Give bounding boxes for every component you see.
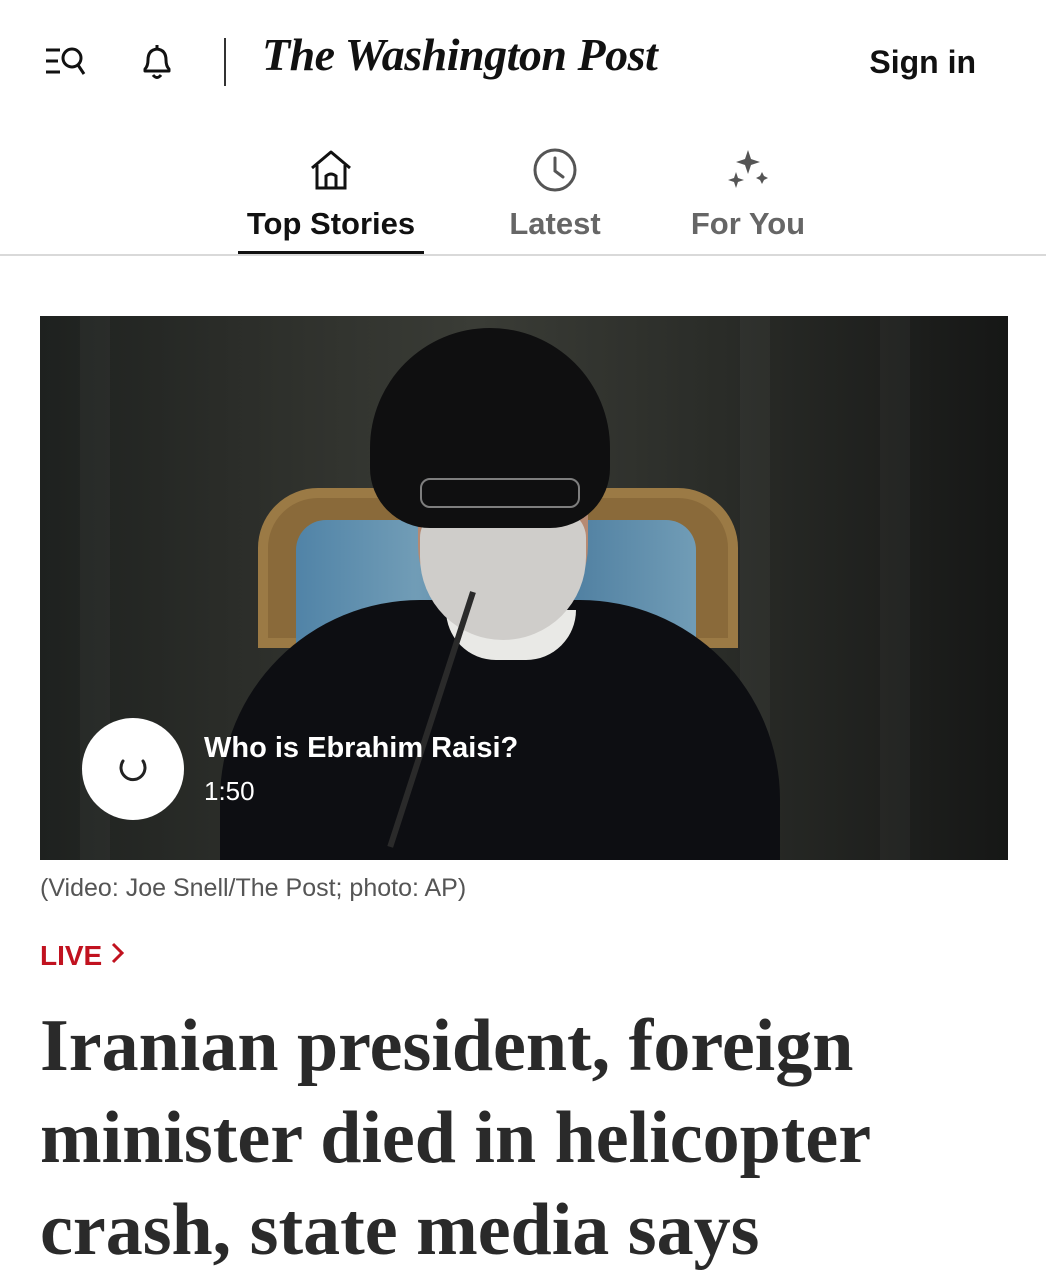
section-tabs: Top Stories Latest For You	[0, 130, 1046, 256]
video-caption: (Video: Joe Snell/The Post; photo: AP)	[40, 874, 467, 902]
tab-top-stories[interactable]: Top Stories	[238, 130, 424, 256]
chevron-right-icon	[110, 940, 126, 972]
sparkle-icon	[724, 138, 772, 202]
bell-icon[interactable]	[133, 42, 181, 82]
tab-latest[interactable]: Latest	[500, 130, 610, 256]
sign-in-link[interactable]: Sign in	[869, 44, 976, 81]
tab-label: Latest	[509, 206, 601, 241]
tab-label: Top Stories	[246, 206, 416, 241]
tabs-divider	[0, 254, 1046, 256]
menu-search-icon[interactable]	[42, 42, 90, 82]
live-label: LIVE	[40, 940, 103, 971]
glasses-shape	[420, 478, 580, 508]
video-play-button[interactable]	[82, 718, 184, 820]
loading-spinner-icon	[113, 747, 153, 792]
header-divider	[224, 38, 226, 86]
tab-label: For You	[690, 206, 806, 241]
live-link[interactable]: LIVE	[40, 940, 126, 972]
video-title: Who is Ebrahim Raisi?	[204, 732, 519, 764]
top-bar: The Washington Post Sign in	[0, 0, 1046, 120]
tab-for-you[interactable]: For You	[686, 130, 810, 256]
home-icon	[308, 138, 354, 202]
article-headline[interactable]: Iranian president, foreign minister died…	[40, 1000, 1000, 1276]
video-duration: 1:50	[204, 776, 255, 806]
clock-icon	[531, 138, 579, 202]
background-curtain	[880, 316, 910, 860]
masthead-logo[interactable]: The Washington Post	[262, 28, 658, 81]
